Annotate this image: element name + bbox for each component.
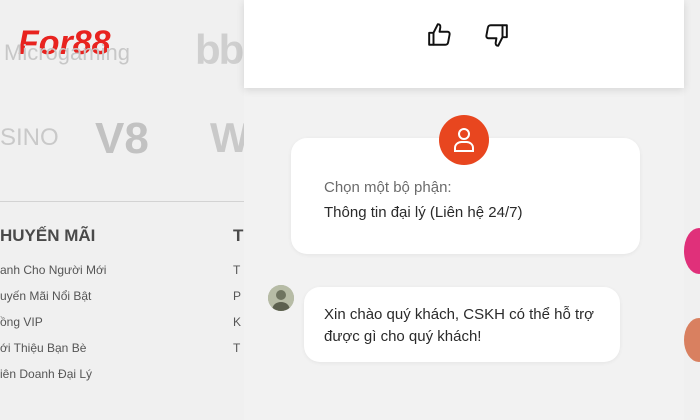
partner-logo-bb: bb: [195, 26, 244, 73]
department-value: Thông tin đại lý (Liên hệ 24/7): [324, 204, 523, 221]
message-text: Xin chào quý khách, CSKH có thể hỗ trợ đ…: [324, 306, 594, 345]
footer-col2-title: T: [233, 226, 244, 245]
partner-logo-sino: SINO: [0, 124, 59, 151]
side-widget-pink[interactable]: [684, 228, 700, 274]
footer-col2-links: T P K T: [233, 262, 241, 366]
footer-link[interactable]: ồng VIP: [0, 314, 106, 340]
footer-promotions-links: anh Cho Người Mới uyến Mãi Nổi Bật ồng V…: [0, 262, 106, 392]
footer-link[interactable]: uyến Mãi Nổi Bật: [0, 288, 106, 314]
partner-logo-microgaming: Microgaming: [4, 40, 130, 65]
footer-link[interactable]: ới Thiệu Bạn Bè: [0, 340, 106, 366]
footer-link[interactable]: K: [233, 314, 241, 340]
chat-window: Chọn một bộ phận: Thông tin đại lý (Liên…: [244, 0, 684, 420]
footer-link[interactable]: T: [233, 262, 241, 288]
footer-link[interactable]: iên Doanh Đại Lý: [0, 366, 106, 392]
partner-logo-v8: V8: [95, 114, 149, 163]
thumbs-down-icon[interactable]: [483, 22, 509, 48]
footer-divider: [0, 201, 245, 202]
footer-link[interactable]: T: [233, 340, 241, 366]
agent-avatar: [439, 115, 489, 165]
department-label: Chọn một bộ phận:: [324, 179, 452, 196]
footer-link[interactable]: anh Cho Người Mới: [0, 262, 106, 288]
footer-link[interactable]: P: [233, 288, 241, 314]
rating-bar: [244, 0, 684, 88]
user-avatar: [268, 285, 294, 311]
side-widget-avatar[interactable]: [684, 318, 700, 362]
thumbs-up-icon[interactable]: [427, 22, 453, 48]
message-bubble: Xin chào quý khách, CSKH có thể hỗ trợ đ…: [304, 287, 620, 362]
footer-col-promotions-title: HUYẾN MÃI: [0, 226, 96, 245]
